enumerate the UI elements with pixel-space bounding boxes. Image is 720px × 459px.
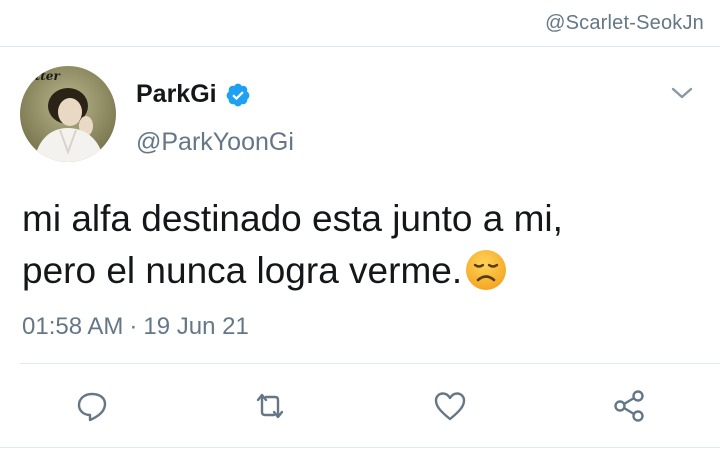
meta-separator: ·: [129, 313, 138, 340]
disappointed-face-emoji-icon: [464, 248, 508, 292]
tweet-text-line-1: mi alfa destinado esta junto a mi,: [22, 198, 563, 239]
tweet-actions: [0, 386, 720, 426]
display-name[interactable]: ParkGi: [136, 80, 217, 109]
chevron-down-icon[interactable]: [670, 84, 694, 102]
retweet-icon: [256, 393, 284, 419]
reply-button[interactable]: [72, 386, 112, 426]
tweet-timestamp[interactable]: 01:58 AM · 19 Jun 21: [22, 313, 249, 341]
avatar[interactable]: utter: [20, 66, 116, 162]
reply-icon: [77, 392, 107, 422]
watermark: @Scarlet-SeokJn: [545, 12, 704, 34]
avatar-image: utter: [20, 66, 116, 162]
tweet-text-line-2-wrap: pero el nunca logra verme.: [22, 245, 702, 297]
like-icon: [434, 392, 466, 421]
avatar-logo-text: utter: [26, 69, 61, 83]
actions-divider: [20, 363, 720, 364]
like-button[interactable]: [430, 386, 470, 426]
retweet-button[interactable]: [250, 386, 290, 426]
share-button[interactable]: [610, 386, 650, 426]
share-icon: [614, 390, 644, 422]
tweet-text-line-2: pero el nunca logra verme.: [22, 250, 463, 291]
tweet-date: 19 Jun 21: [143, 313, 249, 340]
bottom-divider: [0, 447, 720, 448]
tweet-time: 01:58 AM: [22, 313, 124, 340]
top-divider: [0, 46, 720, 47]
author-name-row: ParkGi: [136, 80, 251, 109]
tweet-text: mi alfa destinado esta junto a mi, pero …: [22, 193, 702, 297]
verified-badge-icon: [225, 82, 251, 108]
user-handle[interactable]: @ParkYoonGi: [136, 128, 294, 157]
